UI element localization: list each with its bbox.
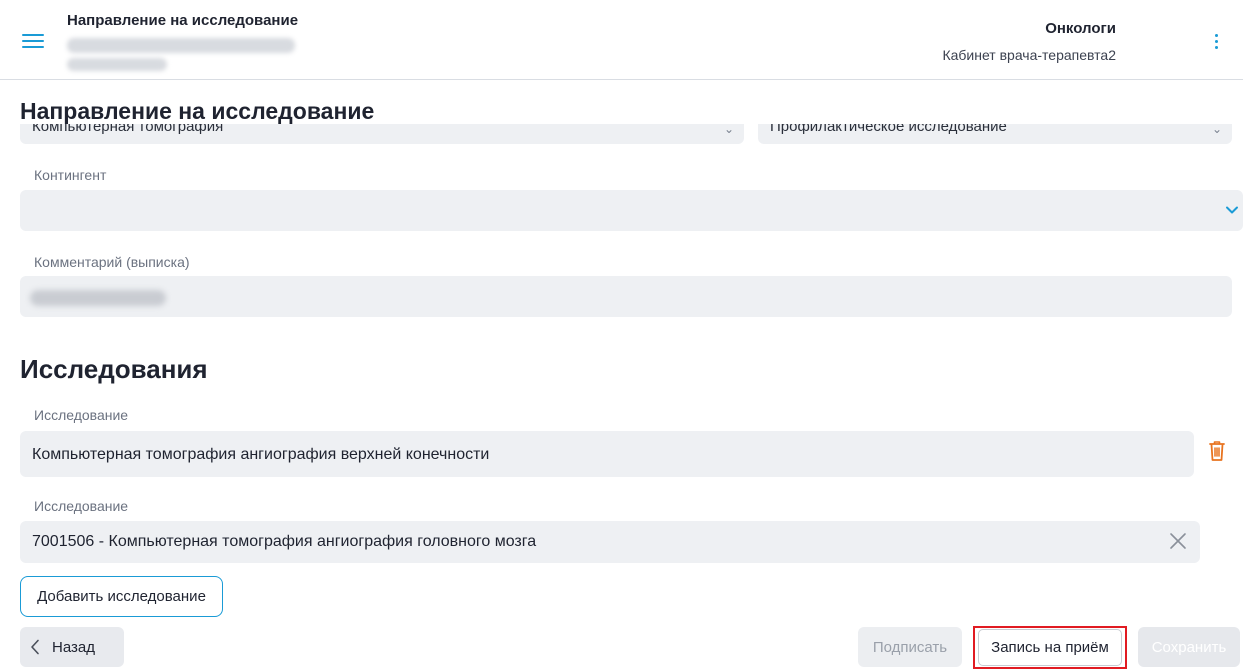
study-goal-field[interactable]: Профилактическое исследование ⌄ — [758, 124, 1232, 144]
contingent-select[interactable] — [20, 190, 1243, 231]
study-label-2: Исследование — [34, 498, 129, 514]
study-type-value: Компьютерная томография — [32, 124, 224, 135]
chevron-left-icon — [31, 639, 39, 655]
menu-icon[interactable] — [22, 32, 44, 50]
study-label-1: Исследование — [34, 407, 129, 423]
app-title: Направление на исследование — [67, 12, 299, 29]
trash-icon[interactable] — [1208, 439, 1226, 463]
sign-button[interactable]: Подписать — [858, 627, 962, 667]
page-title: Направление на исследование — [20, 98, 375, 124]
blurred-patient-info — [67, 58, 167, 71]
comment-label: Комментарий (выписка) — [34, 254, 190, 270]
chevron-down-icon[interactable] — [1225, 203, 1239, 217]
study-value-2: 7001506 - Компьютерная томография ангиог… — [32, 533, 537, 550]
appointment-button[interactable]: Запись на приём — [978, 629, 1122, 666]
comment-field[interactable] — [20, 276, 1232, 317]
chevron-down-icon[interactable]: ⌄ — [724, 124, 734, 136]
chevron-down-icon[interactable]: ⌄ — [1212, 124, 1222, 136]
kebab-menu-icon[interactable] — [1212, 32, 1222, 50]
add-study-button[interactable]: Добавить исследование — [20, 576, 223, 617]
contingent-label: Контингент — [34, 167, 107, 183]
study-field-2[interactable]: 7001506 - Компьютерная томография ангиог… — [20, 521, 1200, 563]
save-button[interactable]: Сохранить — [1138, 627, 1240, 667]
study-value-1: Компьютерная томография ангиография верх… — [32, 446, 490, 463]
blurred-comment-text — [30, 290, 166, 306]
back-button-label: Назад — [52, 638, 95, 656]
close-icon[interactable] — [1168, 531, 1188, 551]
blurred-patient-name — [67, 38, 295, 53]
back-button[interactable]: Назад — [20, 627, 124, 667]
cabinet-name: Кабинет врача-терапевта2 — [942, 47, 1116, 63]
top-bar: Направление на исследование Онкологи Каб… — [0, 0, 1243, 80]
study-goal-value: Профилактическое исследование — [770, 124, 1007, 135]
study-field-1[interactable]: Компьютерная томография ангиография верх… — [20, 431, 1194, 477]
studies-section-title: Исследования — [20, 354, 208, 384]
study-type-field[interactable]: Компьютерная томография ⌄ — [20, 124, 744, 144]
organization-name: Онкологи — [1045, 20, 1116, 37]
